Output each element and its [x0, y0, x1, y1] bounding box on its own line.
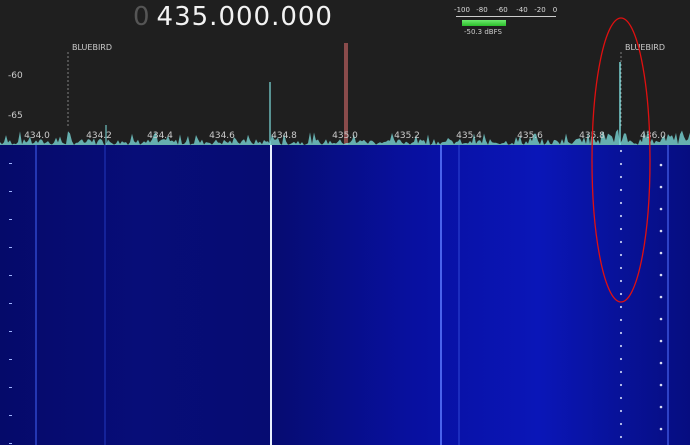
burst-dot [619, 409, 623, 413]
burst-dot [659, 317, 663, 321]
burst-dot [659, 251, 663, 255]
spectrum-plot[interactable] [0, 0, 690, 145]
burst-dot [619, 188, 623, 192]
burst-dot [619, 201, 623, 205]
frequency-tick-label: 434.6 [209, 131, 235, 141]
burst-dot [659, 295, 663, 299]
tuned-frequency-marker[interactable] [344, 43, 348, 145]
frequency-tick-label: 434.8 [271, 131, 297, 141]
time-tick [9, 443, 12, 444]
frequency-tick-label: 434.4 [147, 131, 173, 141]
frequency-tick-label: 435.6 [517, 131, 543, 141]
burst-dot [659, 339, 663, 343]
burst-dot [619, 422, 623, 426]
time-tick [9, 415, 12, 416]
burst-dot [659, 427, 663, 431]
burst-dot [619, 175, 623, 179]
time-tick [9, 163, 12, 164]
burst-dot [619, 162, 623, 166]
time-tick [9, 359, 12, 360]
frequency-tick-label: 435.0 [332, 131, 358, 141]
frequency-tick-label: 435.4 [456, 131, 482, 141]
y-axis-label: -65 [8, 111, 23, 121]
burst-dot [659, 273, 663, 277]
frequency-tick-label: 436.0 [640, 131, 666, 141]
bookmark-label[interactable]: BLUEBIRD [72, 43, 112, 52]
time-tick [9, 331, 12, 332]
burst-dot [619, 240, 623, 244]
y-axis-label: -60 [8, 71, 23, 81]
burst-dot [619, 357, 623, 361]
burst-dot [619, 396, 623, 400]
frequency-tick-label: 434.0 [24, 131, 50, 141]
time-tick [9, 387, 12, 388]
burst-dot [619, 253, 623, 257]
burst-dot [619, 370, 623, 374]
burst-dot [619, 331, 623, 335]
burst-dot [659, 163, 663, 167]
frequency-tick-label: 435.8 [579, 131, 605, 141]
burst-dot [619, 435, 623, 439]
burst-dot [619, 292, 623, 296]
spectrum-panel[interactable]: 0 435.000.000 -100 -80 -60 -40 -20 0 -50.… [0, 0, 690, 145]
waterfall-traces [35, 145, 669, 445]
bookmark-label[interactable]: BLUEBIRD [625, 43, 665, 52]
burst-dot [619, 266, 623, 270]
burst-dot [659, 405, 663, 409]
burst-dot [619, 279, 623, 283]
burst-dot [619, 305, 623, 309]
burst-dot [619, 227, 623, 231]
time-tick [9, 303, 12, 304]
burst-dot [619, 344, 623, 348]
waterfall-display[interactable] [0, 145, 690, 445]
burst-dot [659, 229, 663, 233]
time-tick [9, 275, 12, 276]
burst-dot [619, 214, 623, 218]
burst-dot [659, 185, 663, 189]
burst-dot [659, 207, 663, 211]
burst-dot [659, 361, 663, 365]
time-tick [9, 191, 12, 192]
time-tick [9, 219, 12, 220]
burst-dot [659, 383, 663, 387]
frequency-tick-label: 435.2 [394, 131, 420, 141]
time-tick [9, 247, 12, 248]
burst-dot [619, 149, 623, 153]
burst-dot [619, 383, 623, 387]
frequency-tick-label: 434.2 [86, 131, 112, 141]
burst-dot [619, 318, 623, 322]
